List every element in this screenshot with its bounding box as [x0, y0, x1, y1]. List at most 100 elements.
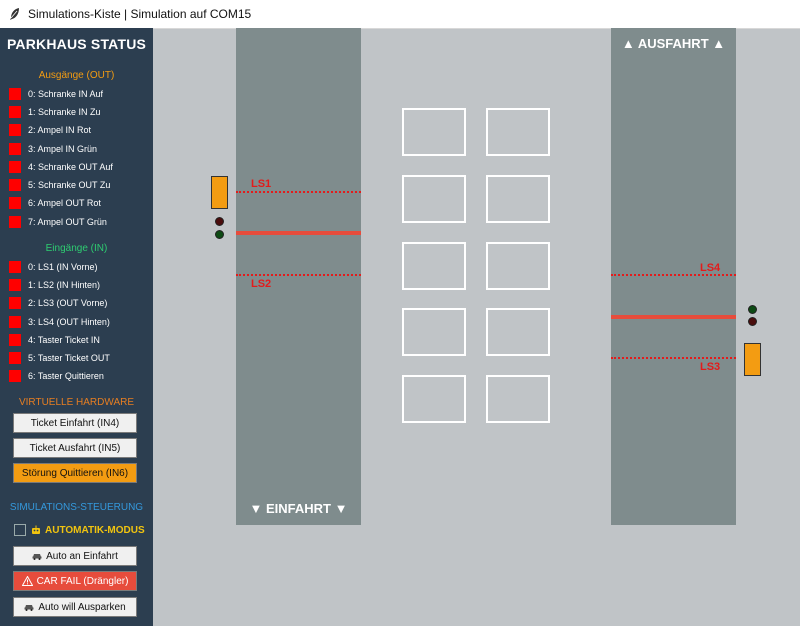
ticket-in-button[interactable]: Ticket Einfahrt (IN4) — [13, 413, 137, 433]
entry-barrier — [211, 176, 228, 209]
output-row: 6: Ampel OUT Rot — [9, 196, 101, 210]
input-label: 4: Taster Ticket IN — [28, 335, 100, 345]
input-row: 2: LS3 (OUT Vorne) — [9, 296, 107, 310]
ticket-out-button[interactable]: Ticket Ausfahrt (IN5) — [13, 438, 137, 458]
status-led — [9, 216, 21, 228]
car-leave-button[interactable]: Auto will Ausparken — [13, 597, 137, 617]
simulation-section-title: SIMULATIONS-STEUERUNG — [9, 502, 144, 513]
input-label: 6: Taster Quittieren — [28, 371, 104, 381]
parking-slot — [486, 308, 550, 356]
entry-gate-bar — [236, 231, 361, 235]
status-led — [9, 334, 21, 346]
parking-slot — [486, 175, 550, 223]
sensor-label-ls4: LS4 — [700, 262, 721, 274]
car-icon — [24, 605, 34, 611]
entry-red-light — [215, 217, 224, 226]
input-label: 5: Taster Ticket OUT — [28, 353, 110, 363]
auto-mode-checkbox[interactable] — [14, 524, 26, 536]
exit-red-light — [748, 317, 757, 326]
parking-slot — [402, 375, 466, 423]
exit-green-light — [748, 305, 757, 314]
car-fail-label: CAR FAIL (Drängler) — [36, 575, 129, 587]
sensor-label-ls3: LS3 — [700, 361, 721, 373]
outputs-section-title: Ausgänge (OUT) — [38, 70, 115, 81]
auto-mode-toggle[interactable]: AUTOMATIK-MODUS — [14, 524, 145, 536]
output-row: 3: Ampel IN Grün — [9, 142, 97, 156]
status-led — [9, 106, 21, 118]
parking-slot — [486, 108, 550, 156]
sidebar-heading: PARKHAUS STATUS — [6, 36, 147, 52]
parking-slot — [402, 308, 466, 356]
light-barrier-ls1 — [236, 191, 361, 193]
status-led — [9, 143, 21, 155]
output-row: 2: Ampel IN Rot — [9, 123, 91, 137]
light-barrier-ls2 — [236, 274, 361, 276]
title-bar: Simulations-Kiste | Simulation auf COM15 — [0, 0, 800, 29]
car-arrive-button[interactable]: Auto an Einfahrt — [13, 546, 137, 566]
status-led — [9, 279, 21, 291]
input-row: 6: Taster Quittieren — [9, 369, 104, 383]
output-row: 0: Schranke IN Auf — [9, 87, 103, 101]
status-led — [9, 352, 21, 364]
feather-icon — [10, 8, 19, 20]
parking-slot — [486, 242, 550, 290]
status-led — [9, 297, 21, 309]
input-label: 3: LS4 (OUT Hinten) — [28, 317, 110, 327]
input-row: 5: Taster Ticket OUT — [9, 351, 110, 365]
output-label: 0: Schranke IN Auf — [28, 89, 104, 99]
status-led — [9, 88, 21, 100]
parking-slot — [402, 108, 466, 156]
input-label: 1: LS2 (IN Hinten) — [28, 280, 101, 290]
output-label: 6: Ampel OUT Rot — [28, 198, 101, 208]
light-barrier-ls3 — [611, 357, 736, 359]
acknowledge-fault-button[interactable]: Störung Quittieren (IN6) — [13, 463, 137, 483]
entry-lane — [236, 28, 361, 525]
status-led — [9, 197, 21, 209]
input-row: 4: Taster Ticket IN — [9, 333, 100, 347]
output-label: 5: Schranke OUT Zu — [28, 180, 111, 190]
exit-lane — [611, 28, 736, 525]
output-row: 7: Ampel OUT Grün — [9, 215, 107, 229]
status-led — [9, 179, 21, 191]
output-label: 3: Ampel IN Grün — [28, 144, 98, 154]
auto-mode-label: AUTOMATIK-MODUS — [45, 524, 145, 536]
input-label: 0: LS1 (IN Vorne) — [28, 262, 98, 272]
input-row: 3: LS4 (OUT Hinten) — [9, 315, 110, 329]
parking-slot — [402, 175, 466, 223]
output-label: 4: Schranke OUT Auf — [28, 162, 113, 172]
status-led — [9, 161, 21, 173]
output-label: 2: Ampel IN Rot — [28, 125, 92, 135]
status-led — [9, 370, 21, 382]
inputs-section-title: Eingänge (IN) — [45, 243, 108, 254]
status-led — [9, 124, 21, 136]
output-row: 1: Schranke IN Zu — [9, 105, 101, 119]
car-icon — [32, 554, 42, 560]
hardware-section-title: VIRTUELLE HARDWARE — [18, 397, 135, 408]
output-row: 5: Schranke OUT Zu — [9, 178, 110, 192]
status-led — [9, 261, 21, 273]
car-arrive-label: Auto an Einfahrt — [46, 550, 118, 562]
car-leave-label: Auto will Ausparken — [38, 601, 126, 613]
status-led — [9, 316, 21, 328]
parking-slot — [402, 242, 466, 290]
exit-gate-bar — [611, 315, 736, 319]
light-barrier-ls4 — [611, 274, 736, 276]
entry-lane-label: ▼ EINFAHRT ▼ — [249, 501, 348, 516]
window-title: Simulations-Kiste | Simulation auf COM15 — [28, 7, 252, 21]
robot-icon — [32, 525, 40, 534]
warning-icon — [21, 576, 33, 586]
output-label: 1: Schranke IN Zu — [28, 107, 101, 117]
output-label: 7: Ampel OUT Grün — [28, 217, 107, 227]
exit-lane-label: ▲ AUSFAHRT ▲ — [621, 36, 726, 51]
entry-green-light — [215, 230, 224, 239]
output-row: 4: Schranke OUT Auf — [9, 160, 113, 174]
sensor-label-ls1: LS1 — [251, 178, 272, 190]
exit-barrier — [744, 343, 761, 376]
car-fail-button[interactable]: CAR FAIL (Drängler) — [13, 571, 137, 591]
input-row: 0: LS1 (IN Vorne) — [9, 260, 98, 274]
parking-slot — [486, 375, 550, 423]
input-row: 1: LS2 (IN Hinten) — [9, 278, 100, 292]
sidebar: PARKHAUS STATUS Ausgänge (OUT) 0: Schran… — [0, 28, 153, 626]
input-label: 2: LS3 (OUT Vorne) — [28, 298, 108, 308]
sensor-label-ls2: LS2 — [251, 278, 272, 290]
